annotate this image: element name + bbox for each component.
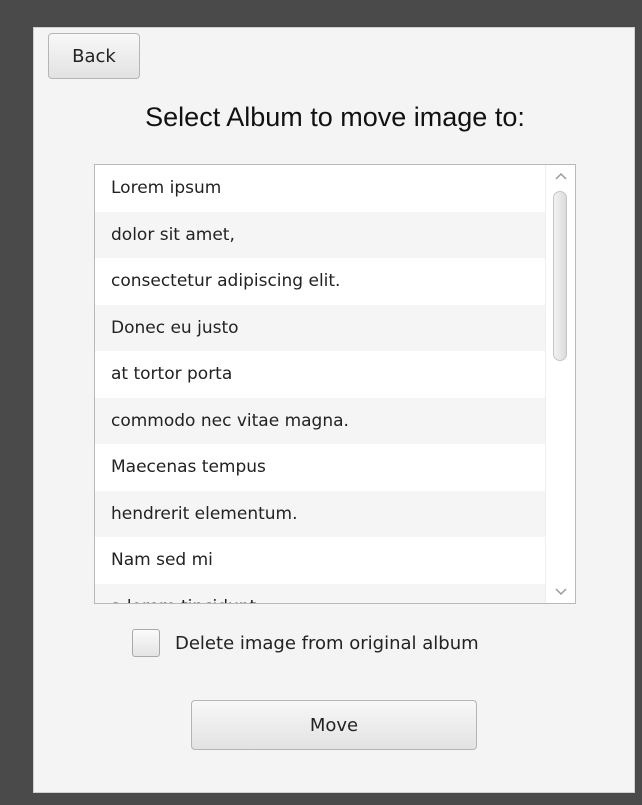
album-item-9[interactable]: Nam sed mi (95, 537, 545, 584)
album-item-8[interactable]: hendrerit elementum. (95, 490, 545, 537)
move-button[interactable]: Move (191, 700, 477, 750)
album-item-2[interactable]: dolor sit amet, (95, 211, 545, 258)
album-item-6[interactable]: commodo nec vitae magna. (95, 397, 545, 444)
scroll-up-button[interactable] (546, 165, 575, 187)
delete-image-label[interactable]: Delete image from original album (175, 633, 479, 654)
album-item-3[interactable]: consectetur adipiscing elit. (95, 258, 545, 305)
album-list-items: Lorem ipsum dolor sit amet, consectetur … (95, 165, 545, 603)
scroll-down-button[interactable] (546, 581, 575, 603)
back-button[interactable]: Back (48, 33, 140, 79)
move-image-window: Back Select Album to move image to: Lore… (33, 27, 635, 793)
chevron-up-icon (554, 172, 567, 180)
album-item-7[interactable]: Maecenas tempus (95, 444, 545, 491)
delete-image-option[interactable]: Delete image from original album (132, 626, 479, 660)
album-item-1[interactable]: Lorem ipsum (95, 165, 545, 212)
album-list-scrollbar[interactable] (545, 165, 575, 603)
chevron-down-icon (554, 588, 567, 596)
album-item-5[interactable]: at tortor porta (95, 351, 545, 398)
album-list[interactable]: Lorem ipsum dolor sit amet, consectetur … (94, 164, 576, 604)
album-item-4[interactable]: Donec eu justo (95, 304, 545, 351)
album-item-10[interactable]: a lorem tincidunt (95, 583, 545, 603)
page-title: Select Album to move image to: (145, 102, 525, 132)
scroll-thumb[interactable] (553, 191, 567, 361)
delete-image-checkbox[interactable] (132, 629, 160, 657)
